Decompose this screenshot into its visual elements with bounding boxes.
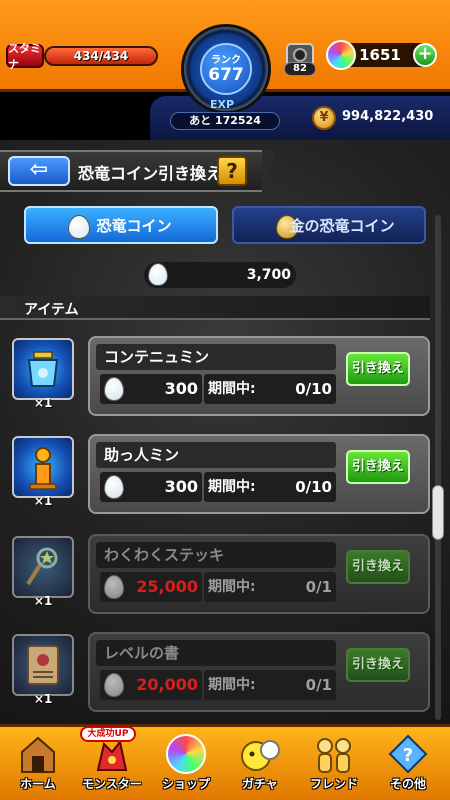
item-cost: 25,000 — [136, 577, 198, 596]
section-label: アイテム — [24, 302, 79, 318]
level-book-icon — [12, 634, 74, 696]
list-item: ×1 わくわくステッキ 25,000 期間中: 0/1 引き換え — [0, 534, 430, 614]
item-name: わくわくステッキ — [96, 542, 336, 568]
back-button[interactable]: ⇦ — [8, 156, 70, 186]
page-title: 恐竜コイン引き換え — [78, 164, 223, 183]
monster-box-count: 82 — [284, 62, 316, 76]
continue-potion-icon — [12, 338, 74, 400]
nav-label: ガチャ — [242, 777, 278, 791]
nav-other[interactable]: ? その他 — [372, 728, 444, 798]
nav-label: ホーム — [20, 777, 56, 791]
item-cost: 300 — [164, 477, 198, 496]
nav-label: モンスター — [82, 777, 142, 791]
period-value: 0/1 — [305, 676, 332, 694]
exchange-button[interactable]: 引き換え — [346, 648, 410, 682]
item-qty: ×1 — [34, 594, 53, 608]
rank-inner: ランク 677 — [200, 43, 252, 95]
exchange-button[interactable]: 引き換え — [346, 550, 410, 584]
other-icon: ? — [388, 734, 428, 774]
stamina-bar: 434/434 — [44, 46, 158, 66]
tab-label: 金の恐竜コイン — [289, 216, 395, 235]
success-up-badge: 大成功UP — [80, 726, 136, 742]
nav-shop[interactable]: ショップ — [150, 728, 222, 798]
stamina-label: スタミナ — [6, 42, 44, 71]
friends-icon — [317, 738, 351, 773]
nav-gacha[interactable]: ガチャ — [224, 728, 296, 798]
stamina-value: 434/434 — [73, 49, 129, 63]
nav-home[interactable]: ホーム — [2, 728, 74, 798]
tab-label: 恐竜コイン — [96, 216, 172, 235]
buy-orb-button[interactable]: + — [413, 43, 437, 67]
gold-coin-icon: ¥ — [312, 106, 336, 130]
period-label: 期間中: — [208, 479, 256, 495]
scrollbar-thumb[interactable] — [432, 485, 444, 540]
tab-gold-dino-coin[interactable]: 金の恐竜コイン — [232, 206, 426, 244]
list-item: ×1 コンテニュミン 300 期間中: 0/10 引き換え — [0, 336, 430, 416]
title-bar-tail — [262, 150, 276, 192]
item-name: 助っ人ミン — [96, 442, 336, 468]
period-label: 期間中: — [208, 381, 256, 397]
item-qty: ×1 — [34, 494, 53, 508]
item-qty: ×1 — [34, 396, 53, 410]
help-button[interactable]: ? — [217, 156, 247, 186]
egg-icon — [104, 575, 124, 599]
orb-icon — [166, 734, 206, 774]
period-value: 0/10 — [295, 478, 332, 496]
exp-remaining: あと 172524 — [170, 112, 280, 130]
rank-value: 677 — [208, 65, 244, 85]
egg-icon — [104, 673, 124, 697]
app-screen: スタミナ 434/434 ランク 677 EXP あと 172524 82 16… — [0, 0, 450, 800]
list-item: ×1 助っ人ミン 300 期間中: 0/10 引き換え — [0, 434, 430, 514]
item-qty: ×1 — [34, 692, 53, 706]
egg-icon — [148, 263, 168, 286]
egg-icon — [104, 377, 124, 401]
item-name: コンテニュミン — [96, 344, 336, 370]
list-item: ×1 レベルの書 20,000 期間中: 0/1 引き換え — [0, 632, 430, 712]
period-value: 0/1 — [305, 578, 332, 596]
svg-text:?: ? — [403, 745, 413, 766]
nav-friends[interactable]: フレンド — [298, 728, 370, 798]
helper-token-icon — [12, 436, 74, 498]
nav-label: ショップ — [161, 777, 210, 791]
period-label: 期間中: — [208, 677, 256, 693]
home-icon — [21, 736, 55, 773]
coin-balance-value: 3,700 — [246, 267, 291, 283]
nav-label: フレンド — [309, 777, 358, 791]
scrollbar-track[interactable] — [435, 215, 441, 720]
orb-count: 1651 — [359, 46, 401, 64]
exchange-button[interactable]: 引き換え — [346, 352, 410, 386]
item-cost: 20,000 — [136, 675, 198, 694]
exp-label: EXP — [210, 98, 235, 111]
gacha-icon — [241, 740, 280, 771]
egg-icon — [104, 475, 124, 499]
rank-label: ランク — [211, 55, 241, 66]
period-label: 期間中: — [208, 579, 256, 595]
item-cost: 300 — [164, 379, 198, 398]
nav-label: その他 — [389, 777, 426, 791]
magic-stick-icon — [12, 536, 74, 598]
item-name: レベルの書 — [96, 640, 336, 666]
tab-dino-coin[interactable]: 恐竜コイン — [24, 206, 218, 244]
exchange-button[interactable]: 引き換え — [346, 450, 410, 484]
coin-total: 994,822,430 — [342, 109, 434, 124]
period-value: 0/10 — [295, 380, 332, 398]
